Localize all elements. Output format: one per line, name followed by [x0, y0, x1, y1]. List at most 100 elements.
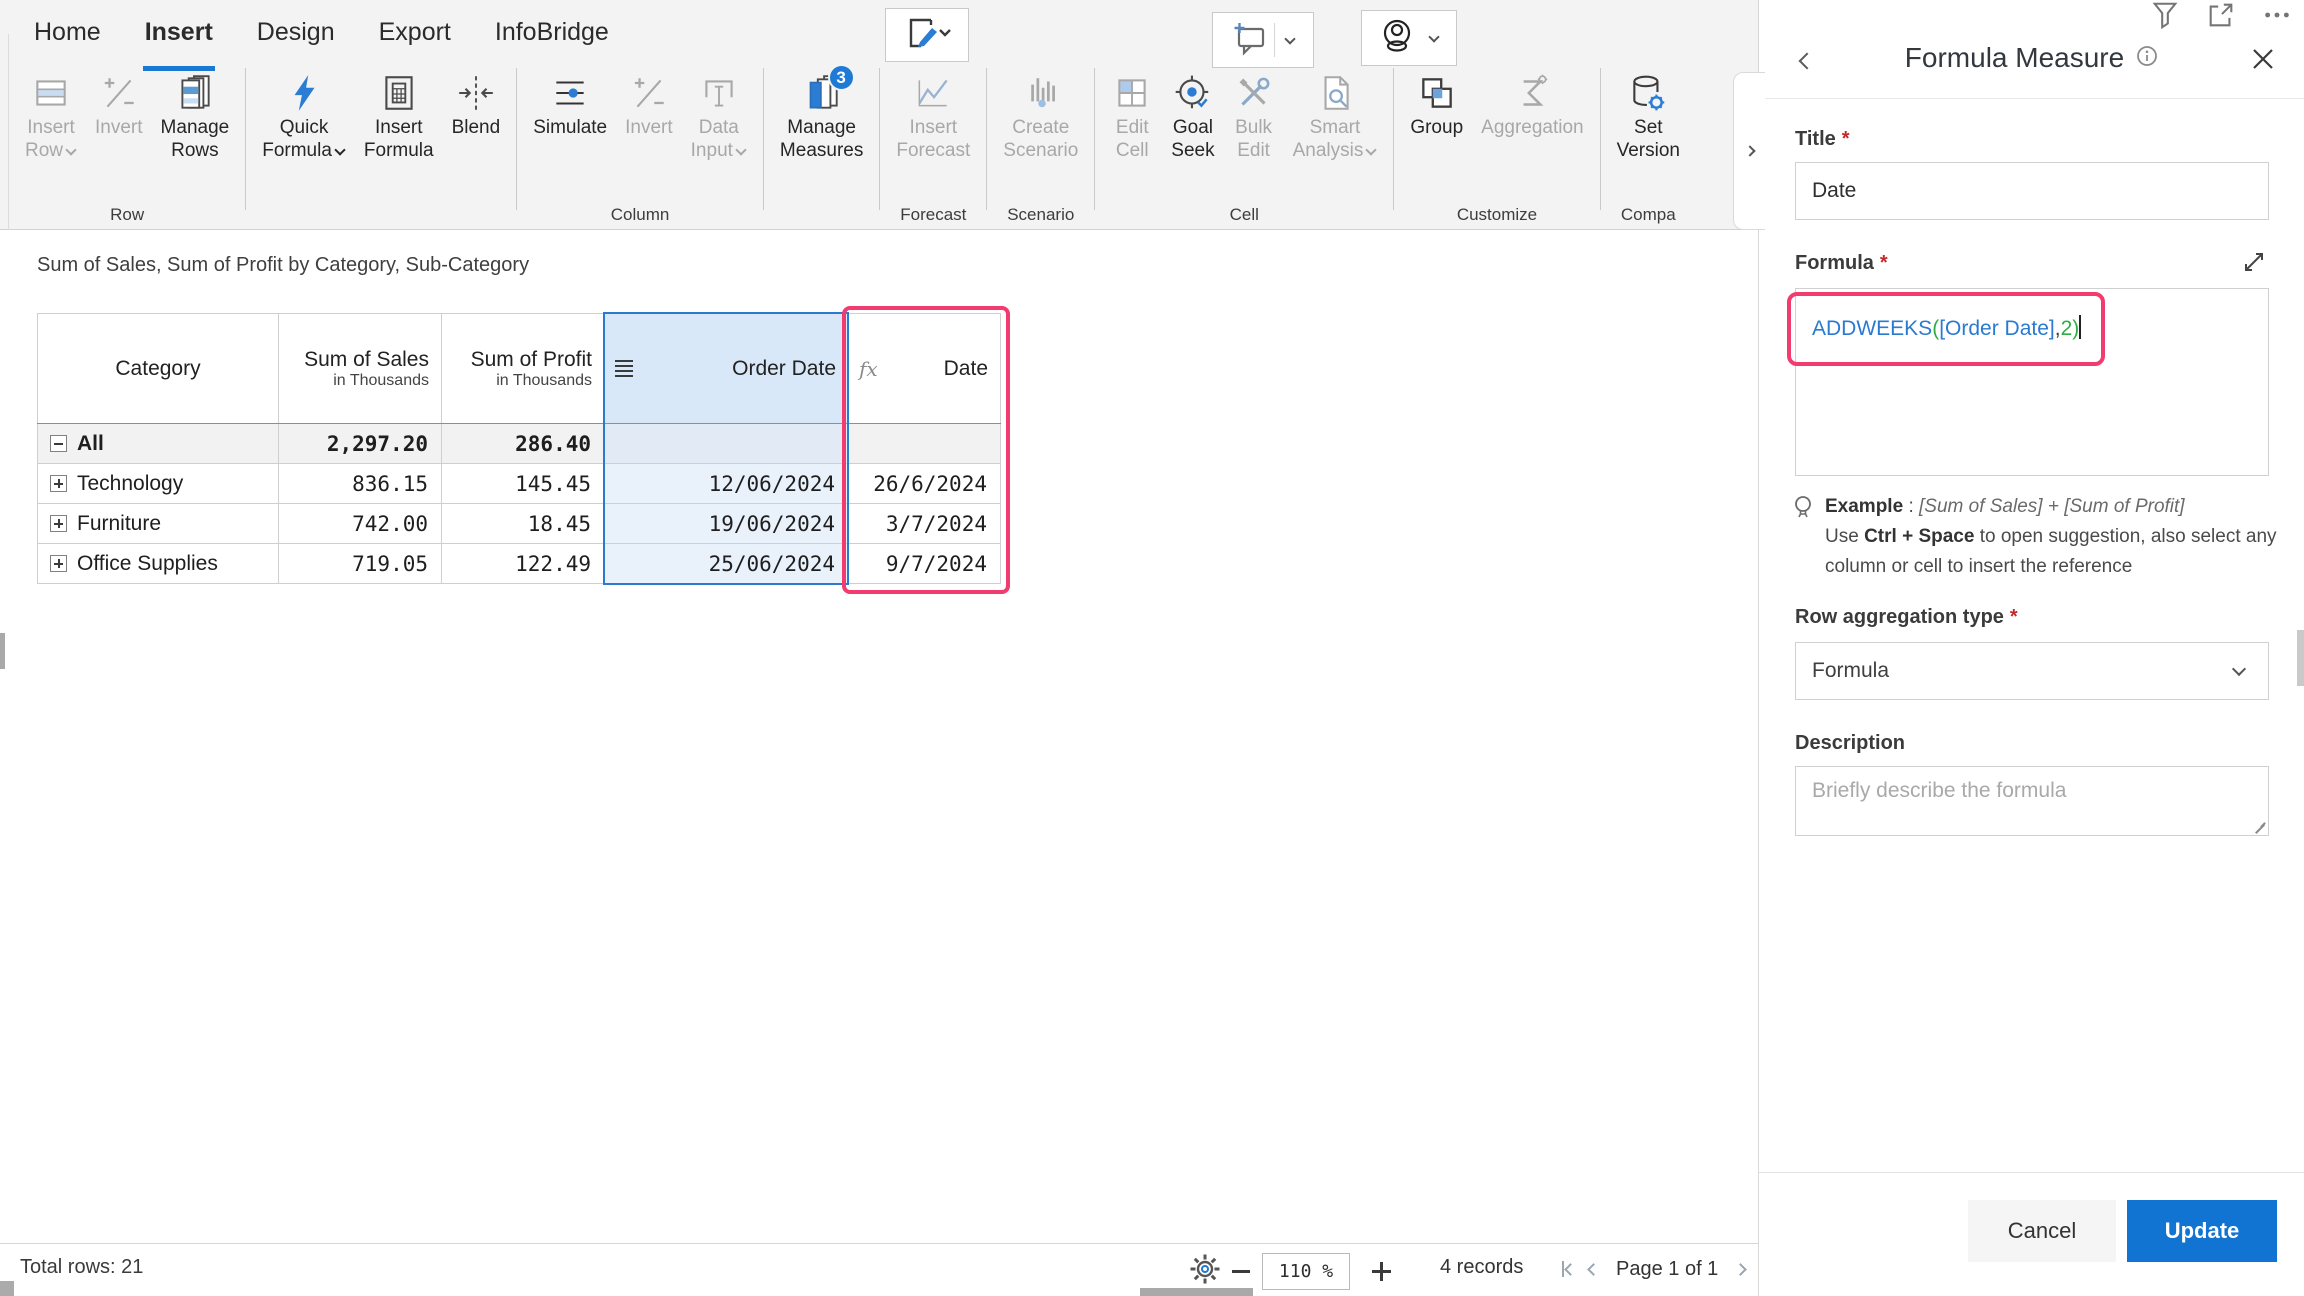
tab-home[interactable]: Home	[34, 18, 101, 57]
tab-infobridge[interactable]: InfoBridge	[495, 18, 609, 57]
cell-category[interactable]: Furniture	[38, 504, 279, 544]
cell-date[interactable]: 26/6/2024	[849, 464, 1001, 504]
invert-icon	[98, 72, 140, 114]
goal-seek-button[interactable]: Goal Seek	[1162, 64, 1223, 162]
collapse-toggle-icon[interactable]	[50, 435, 67, 452]
column-header-sales[interactable]: Sum of Sales in Thousands	[279, 314, 442, 424]
row-aggregation-select[interactable]: Formula	[1795, 642, 2269, 700]
info-icon[interactable]	[2136, 45, 2158, 72]
panel-header-divider	[1759, 98, 2304, 99]
set-version-button[interactable]: Set Version	[1608, 64, 1689, 162]
menu-tabbar: Home Insert Design Export InfoBridge	[34, 18, 609, 57]
panel-scrollbar-thumb[interactable]	[2297, 630, 2304, 686]
cell-sales[interactable]: 836.15	[279, 464, 442, 504]
update-button[interactable]: Update	[2127, 1200, 2277, 1262]
table-row-technology: Technology 836.15 145.45 12/06/2024 26/6…	[38, 464, 1001, 504]
zoom-out-button[interactable]	[1232, 1270, 1250, 1273]
group-label-scenario: Scenario	[994, 204, 1087, 230]
cell-profit[interactable]: 145.45	[442, 464, 605, 504]
tab-design[interactable]: Design	[257, 18, 335, 57]
header-row: Category Sum of Sales in Thousands Sum o…	[38, 314, 1001, 424]
cell-sales[interactable]: 719.05	[279, 544, 442, 584]
close-icon[interactable]	[2250, 46, 2276, 77]
group-button[interactable]: Group	[1401, 64, 1472, 139]
bulk-edit-button: Bulk Edit	[1224, 64, 1284, 162]
formula-editor[interactable]: ADDWEEKS([Order Date],2)	[1795, 288, 2269, 476]
chevron-down-icon[interactable]	[1284, 33, 1295, 44]
manage-rows-button[interactable]: Manage Rows	[152, 64, 239, 162]
description-input[interactable]	[1795, 766, 2269, 836]
title-field-label: Title*	[1795, 128, 1850, 151]
column-header-profit[interactable]: Sum of Profit in Thousands	[442, 314, 605, 424]
expand-toggle-icon[interactable]	[50, 555, 67, 572]
account-menu-button[interactable]	[1361, 10, 1457, 66]
data-input-button: Data Input	[682, 64, 756, 162]
chevron-down-icon	[735, 144, 746, 155]
text-caret	[2079, 315, 2081, 339]
column-header-category[interactable]: Category	[38, 314, 279, 424]
settings-gear-icon[interactable]	[1188, 1252, 1222, 1291]
chevron-down-icon	[334, 144, 345, 155]
edit-view-button[interactable]	[885, 8, 969, 62]
invert-column-button: Invert	[616, 64, 682, 139]
simulate-button[interactable]: Simulate	[524, 64, 616, 139]
vertical-scrollbar-thumb[interactable]	[0, 633, 5, 669]
tab-export[interactable]: Export	[379, 18, 451, 57]
manage-measures-button[interactable]: 3 Manage Measures	[771, 64, 872, 162]
hamburger-icon[interactable]	[615, 360, 633, 377]
expand-toggle-icon[interactable]	[50, 475, 67, 492]
cell-order-date[interactable]: 19/06/2024	[605, 504, 849, 544]
table-pencil-icon	[901, 13, 953, 58]
cell-date[interactable]: 3/7/2024	[849, 504, 1001, 544]
ribbon-group-customize: Group Aggregation Customize	[1399, 64, 1594, 230]
cell-sales[interactable]: 742.00	[279, 504, 442, 544]
comment-plus-icon	[1231, 20, 1267, 61]
aggregation-button: Aggregation	[1472, 64, 1592, 139]
cell-category[interactable]: All	[38, 424, 279, 464]
first-page-button[interactable]	[1562, 1261, 1575, 1277]
cell-order-date[interactable]	[605, 424, 849, 464]
cell-profit[interactable]: 18.45	[442, 504, 605, 544]
expand-formula-icon[interactable]	[2242, 250, 2266, 279]
ribbon-expand-tab[interactable]	[1733, 72, 1765, 230]
horizontal-scrollbar-thumb[interactable]	[1140, 1288, 1253, 1296]
column-header-order-date[interactable]: Order Date	[605, 314, 849, 424]
description-field-label: Description	[1795, 732, 1905, 755]
column-header-date[interactable]: fx Date	[849, 314, 1001, 424]
quick-formula-button[interactable]: Quick Formula	[253, 64, 355, 162]
title-input[interactable]	[1795, 162, 2269, 220]
ribbon-group-column: Simulate Invert Data Input Column	[522, 64, 758, 230]
blend-button[interactable]: Blend	[443, 64, 510, 139]
insert-row-icon	[30, 72, 72, 114]
cell-category[interactable]: Technology	[38, 464, 279, 504]
smart-analysis-button: Smart Analysis	[1284, 64, 1387, 162]
formula-hint: Example : [Sum of Sales] + [Sum of Profi…	[1791, 492, 2279, 582]
manage-rows-icon	[174, 72, 216, 114]
cell-category[interactable]: Office Supplies	[38, 544, 279, 584]
chevron-down-icon	[1366, 144, 1377, 155]
page-label: Page 1 of 1	[1616, 1258, 1718, 1281]
expand-toggle-icon[interactable]	[50, 515, 67, 532]
tab-insert[interactable]: Insert	[145, 18, 213, 57]
cancel-button[interactable]: Cancel	[1968, 1200, 2116, 1262]
measures-count-badge: 3	[828, 64, 855, 91]
total-rows-label: Total rows: 21	[20, 1256, 143, 1279]
cell-date[interactable]	[849, 424, 1001, 464]
cell-date[interactable]: 9/7/2024	[849, 544, 1001, 584]
add-comment-button[interactable]	[1212, 12, 1314, 68]
group-divider	[245, 68, 246, 210]
button-divider	[1274, 23, 1275, 57]
next-page-button[interactable]	[1736, 1265, 1745, 1274]
insert-formula-button[interactable]: Insert Formula	[355, 64, 443, 162]
formula-field-label: Formula*	[1795, 252, 1888, 275]
cell-sales[interactable]: 2,297.20	[279, 424, 442, 464]
cell-order-date[interactable]: 25/06/2024	[605, 544, 849, 584]
tools-icon	[1233, 72, 1275, 114]
cell-profit[interactable]: 122.49	[442, 544, 605, 584]
zoom-level-input[interactable]: 110 %	[1262, 1253, 1350, 1290]
zoom-in-button[interactable]	[1372, 1262, 1391, 1281]
cell-order-date[interactable]: 12/06/2024	[605, 464, 849, 504]
group-squares-icon	[1416, 72, 1458, 114]
prev-page-button[interactable]	[1589, 1265, 1598, 1274]
cell-profit[interactable]: 286.40	[442, 424, 605, 464]
